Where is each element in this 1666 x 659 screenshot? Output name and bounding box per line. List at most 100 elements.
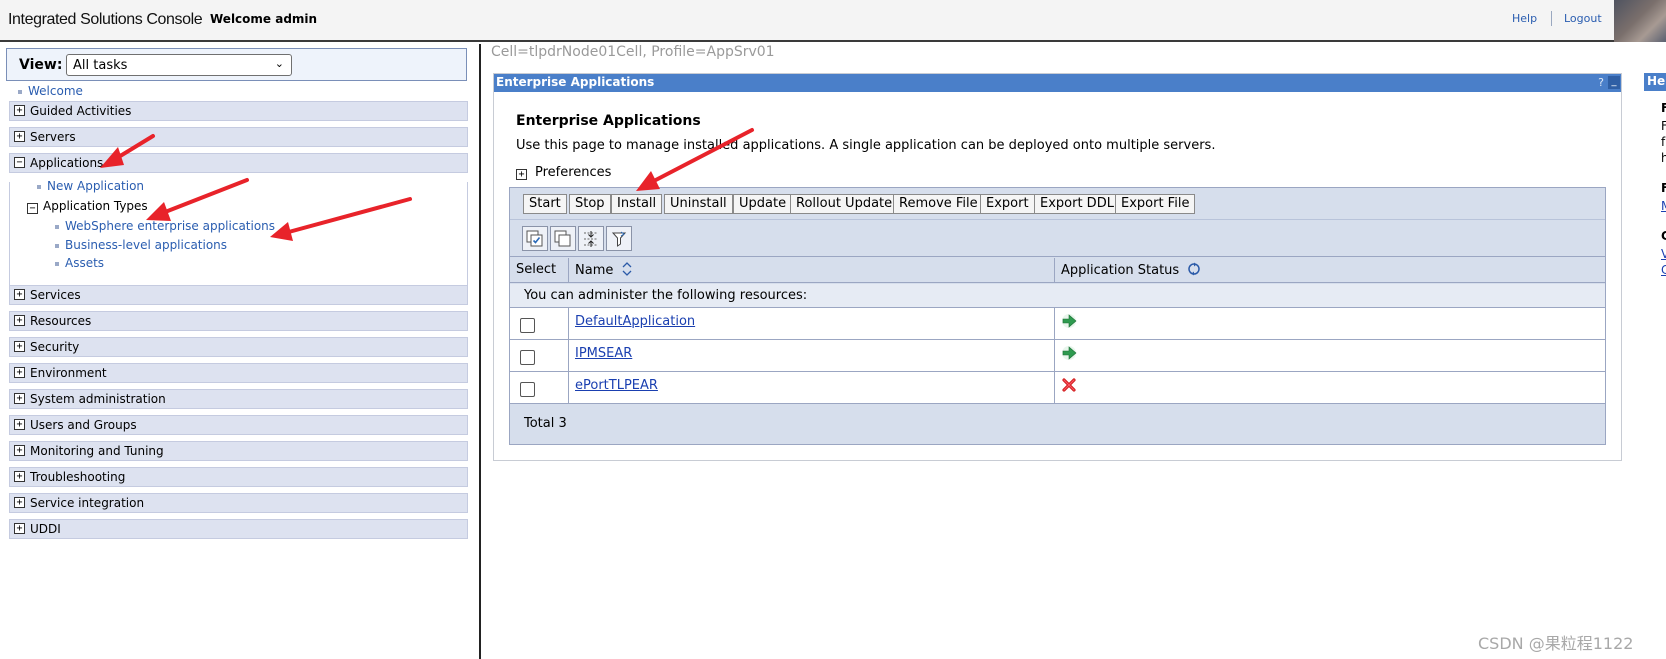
nav-category-uddi[interactable]: + UDDI: [9, 519, 468, 539]
nav-category-label: Servers: [30, 130, 76, 144]
admin-note-row: You can administer the following resourc…: [510, 284, 1605, 308]
row-checkbox[interactable]: [520, 350, 535, 365]
nav-category-servers[interactable]: + Servers: [9, 127, 468, 147]
started-arrow-icon: [1062, 346, 1077, 360]
stop-button[interactable]: Stop: [569, 194, 611, 214]
name-cell: ePortTLPEAR: [569, 372, 1055, 404]
nav-category-system-administration[interactable]: + System administration: [9, 389, 468, 409]
column-select: Select: [510, 258, 569, 283]
application-link[interactable]: DefaultApplication: [575, 314, 695, 329]
nav-category-label: Monitoring and Tuning: [30, 444, 164, 458]
nav-new-application[interactable]: New Application: [37, 179, 144, 193]
header-separator: [1551, 11, 1552, 26]
application-link[interactable]: IPMSEAR: [575, 346, 632, 361]
action-button-bar: Start Stop Install Uninstall Update Roll…: [510, 188, 1605, 220]
console-brand: Integrated Solutions Console: [8, 11, 203, 28]
nav-welcome-label: Welcome: [28, 84, 83, 98]
uninstall-button[interactable]: Uninstall: [664, 194, 733, 214]
nav-category-users-and-groups[interactable]: + Users and Groups: [9, 415, 468, 435]
nav-category-guided-activities[interactable]: + Guided Activities: [9, 101, 468, 121]
table-icon-bar: [510, 221, 1605, 257]
portlet-help-icon[interactable]: ?: [1595, 76, 1607, 89]
nav-category-label: Services: [30, 288, 81, 302]
help-fragment: h: [1661, 151, 1666, 165]
table-row: DefaultApplication: [510, 308, 1605, 340]
sort-icon[interactable]: [622, 262, 632, 276]
column-status-label: Application Status: [1061, 263, 1180, 278]
table-header: Select Name Application Status: [510, 258, 1605, 283]
view-label: View:: [19, 57, 63, 73]
nav-category-resources[interactable]: + Resources: [9, 311, 468, 331]
application-link[interactable]: ePortTLPEAR: [575, 378, 658, 393]
show-filter-icon[interactable]: [606, 226, 632, 251]
nav-category-label: Environment: [30, 366, 107, 380]
select-all-icon[interactable]: [522, 226, 548, 251]
update-button[interactable]: Update: [733, 194, 793, 214]
column-name-label: Name: [575, 263, 614, 278]
refresh-icon[interactable]: [1187, 262, 1201, 276]
expand-icon: +: [14, 131, 25, 142]
export-file-button[interactable]: Export File: [1115, 194, 1196, 214]
nav-category-label: Guided Activities: [30, 104, 132, 118]
enterprise-applications-portlet: Enterprise Applications ? _ Enterprise A…: [493, 73, 1622, 461]
row-checkbox[interactable]: [520, 318, 535, 333]
rollout-update-button[interactable]: Rollout Update: [790, 194, 899, 214]
nav-application-types[interactable]: − Application Types: [27, 199, 148, 214]
stopped-x-icon: [1062, 378, 1076, 392]
start-button[interactable]: Start: [523, 194, 567, 214]
row-checkbox[interactable]: [520, 382, 535, 397]
nav-category-environment[interactable]: + Environment: [9, 363, 468, 383]
nav-new-application-label: New Application: [47, 179, 145, 193]
name-cell: IPMSEAR: [569, 340, 1055, 372]
install-button[interactable]: Install: [611, 194, 663, 214]
cell-path: Cell=tlpdrNode01Cell, Profile=AppSrv01: [491, 44, 775, 60]
remove-file-button[interactable]: Remove File: [893, 194, 984, 214]
export-button[interactable]: Export: [980, 194, 1035, 214]
help-link-fragment[interactable]: V: [1661, 247, 1666, 261]
nav-business-level-applications[interactable]: Business-level applications: [55, 238, 227, 252]
nav-category-security[interactable]: + Security: [9, 337, 468, 357]
deselect-all-icon[interactable]: [550, 226, 576, 251]
expand-filter-icon[interactable]: [578, 226, 604, 251]
nav-category-label: Troubleshooting: [30, 470, 126, 484]
expand-icon: +: [14, 315, 25, 326]
nav-category-monitoring-and-tuning[interactable]: + Monitoring and Tuning: [9, 441, 468, 461]
nav-websphere-enterprise-applications[interactable]: WebSphere enterprise applications: [55, 219, 275, 233]
help-link[interactable]: Help: [1512, 12, 1537, 25]
nav-category-troubleshooting[interactable]: + Troubleshooting: [9, 467, 468, 487]
export-ddl-button[interactable]: Export DDL: [1034, 194, 1120, 214]
applications-collection-table: Start Stop Install Uninstall Update Roll…: [509, 187, 1606, 445]
expand-icon: +: [516, 169, 527, 180]
avatar: [1614, 0, 1666, 42]
logout-link[interactable]: Logout: [1564, 12, 1602, 25]
help-link-fragment[interactable]: C: [1661, 263, 1666, 277]
select-cell: [510, 308, 569, 340]
view-select[interactable]: All tasks ⌄: [66, 54, 292, 76]
nav-category-applications[interactable]: − Applications: [9, 153, 468, 173]
minimize-icon[interactable]: _: [1608, 76, 1620, 89]
nav-category-services[interactable]: + Services: [9, 285, 468, 305]
help-fragment: F: [1661, 101, 1666, 115]
portlet-title-bar: Enterprise Applications: [494, 74, 1621, 92]
nav-assets[interactable]: Assets: [55, 256, 104, 270]
collapse-icon: −: [14, 157, 25, 168]
help-fragment: C: [1661, 229, 1666, 243]
help-link-fragment[interactable]: M: [1661, 199, 1666, 213]
table-row: IPMSEAR: [510, 340, 1605, 372]
bullet-icon: [18, 89, 22, 94]
nav-type-label: Business-level applications: [65, 238, 228, 252]
bullet-icon: [55, 261, 59, 266]
nav-welcome-link[interactable]: Welcome: [18, 84, 83, 98]
table-total: Total 3: [510, 404, 1605, 444]
bullet-icon: [55, 243, 59, 248]
welcome-user: Welcome admin: [210, 12, 318, 26]
watermark: CSDN @果粒程1122: [1478, 634, 1634, 653]
help-portlet: Help F F f h F M C V C: [1641, 73, 1666, 659]
expand-icon: +: [14, 471, 25, 482]
collapse-icon: −: [27, 203, 38, 214]
nav-category-label: UDDI: [30, 522, 61, 536]
column-name[interactable]: Name: [569, 258, 1055, 283]
help-fragment: F: [1661, 181, 1666, 195]
preferences-toggle[interactable]: + Preferences: [516, 165, 611, 180]
nav-category-service-integration[interactable]: + Service integration: [9, 493, 468, 513]
